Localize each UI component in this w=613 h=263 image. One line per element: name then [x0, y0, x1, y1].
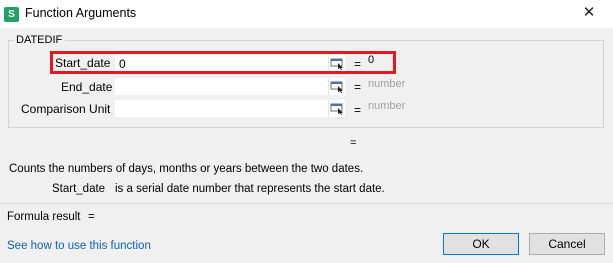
divider [0, 203, 613, 204]
range-select-icon [330, 81, 343, 93]
end-date-ref-button[interactable] [328, 78, 345, 95]
window-title: Function Arguments [25, 6, 137, 20]
comparison-unit-equals: = [354, 103, 362, 117]
close-icon[interactable]: ✕ [579, 3, 599, 23]
function-name: DATEDIF [13, 34, 66, 46]
comparison-unit-label: Comparison Unit [21, 102, 111, 116]
ok-button[interactable]: OK [443, 233, 519, 255]
argument-help-text: is a serial date number that represents … [115, 183, 385, 195]
end-date-result: number [368, 78, 406, 90]
app-icon: S [4, 7, 19, 22]
end-date-input[interactable] [115, 78, 345, 95]
formula-result-label: Formula result [7, 211, 81, 223]
highlight-box [50, 51, 396, 74]
end-date-label: End_date [61, 80, 113, 94]
function-description: Counts the numbers of days, months or ye… [9, 163, 364, 175]
cancel-button[interactable]: Cancel [529, 233, 605, 255]
comparison-unit-result: number [368, 100, 406, 112]
formula-result-equals: = [88, 211, 95, 223]
argument-help-name: Start_date [52, 183, 106, 195]
range-select-icon [330, 103, 343, 115]
help-link[interactable]: See how to use this function [7, 240, 151, 252]
end-date-equals: = [354, 80, 362, 94]
function-value-equals: = [350, 137, 357, 149]
comparison-unit-ref-button[interactable] [328, 100, 345, 117]
title-bar: S Function Arguments ✕ [0, 0, 613, 28]
comparison-unit-input[interactable] [115, 100, 345, 117]
